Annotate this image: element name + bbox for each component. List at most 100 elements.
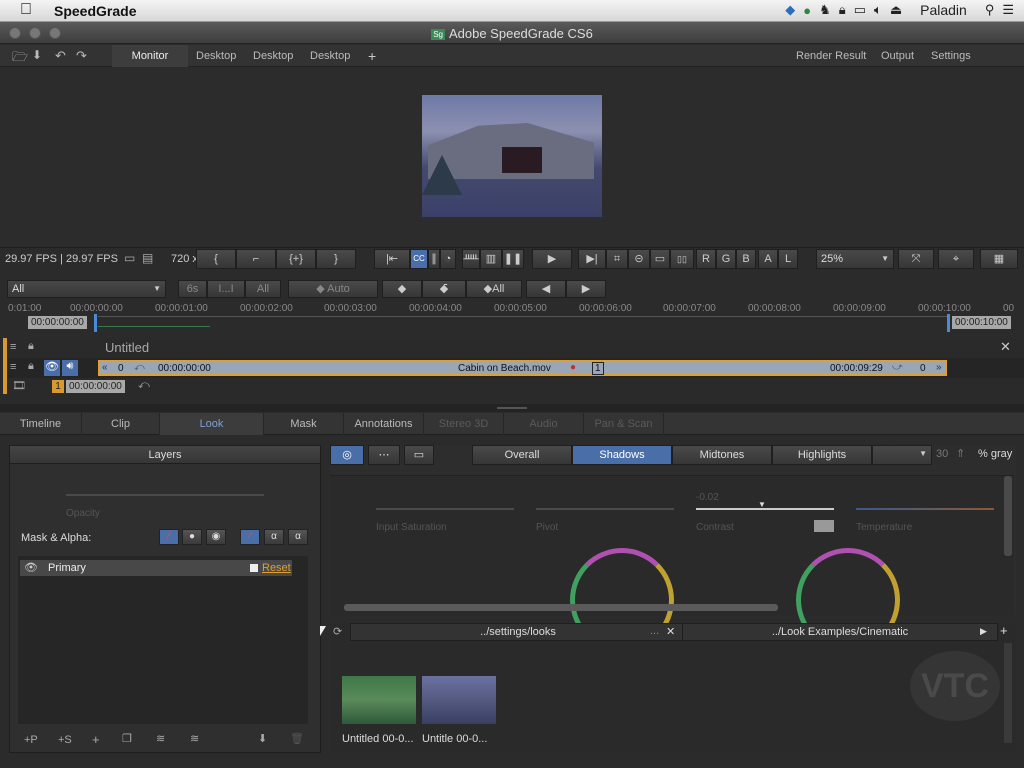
- close-path-icon[interactable]: ✕: [666, 625, 675, 638]
- speaker-icon[interactable]: 🔊︎: [62, 360, 78, 376]
- tab-pan-scan[interactable]: Pan & Scan: [584, 413, 664, 435]
- pivot-slider[interactable]: [536, 508, 674, 510]
- layer-eye-icon[interactable]: 👁︎: [24, 561, 38, 574]
- globe-icon[interactable]: ●: [803, 3, 811, 18]
- prev-keyframe-button[interactable]: ◀: [526, 280, 566, 298]
- trim-button[interactable]: {+}: [276, 249, 316, 269]
- duplicate-icon[interactable]: ❐: [122, 732, 132, 745]
- gray-stepper-icon[interactable]: ⇑: [956, 447, 965, 460]
- tab-annotations[interactable]: Annotations: [344, 413, 424, 435]
- look-thumbnail-1[interactable]: [342, 676, 416, 724]
- tab-monitor[interactable]: Monitor: [112, 45, 188, 67]
- search-icon[interactable]: ⚲: [985, 2, 995, 18]
- range-button[interactable]: I...I: [207, 280, 245, 298]
- look-thumbnail-2[interactable]: [422, 676, 496, 724]
- input-saturation-slider[interactable]: [376, 508, 514, 510]
- tab-stereo-3d[interactable]: Stereo 3D: [424, 413, 504, 435]
- pause-button[interactable]: ❚❚: [502, 249, 524, 269]
- add-layer-button[interactable]: +: [92, 732, 100, 747]
- play-button[interactable]: ▶: [532, 249, 572, 269]
- tone-overall[interactable]: Overall: [472, 445, 572, 465]
- alpha-off-button[interactable]: ⁄: [240, 529, 260, 545]
- mask-inside-button[interactable]: ●: [182, 529, 202, 545]
- layer-checkbox[interactable]: [250, 564, 258, 572]
- sub-badge[interactable]: 1: [52, 380, 64, 393]
- keyframe-prev-button[interactable]: ◆̄: [422, 280, 466, 298]
- eye-icon[interactable]: 👁︎: [44, 360, 60, 376]
- tone-tab[interactable]: ▭: [404, 445, 434, 465]
- lock-icon[interactable]: 🔒︎: [839, 2, 846, 18]
- contrast-handle[interactable]: ▼: [758, 500, 766, 509]
- save-icon[interactable]: ⬇: [32, 48, 42, 62]
- channel-r-button[interactable]: R: [696, 249, 716, 269]
- tab-clip[interactable]: Clip: [82, 413, 160, 435]
- tab-audio[interactable]: Audio: [504, 413, 584, 435]
- mask-outside-button[interactable]: ◉: [206, 529, 226, 545]
- right-path[interactable]: ../Look Examples/Cinematic: [682, 623, 998, 641]
- goto-start-button[interactable]: |⇤: [374, 249, 410, 269]
- tab-render-result[interactable]: Render Result: [788, 45, 874, 67]
- user-menu[interactable]: Paladin: [920, 2, 967, 18]
- out-timecode[interactable]: 00:00:10:00: [952, 316, 1011, 329]
- redo-icon[interactable]: ↷: [76, 48, 87, 64]
- mark-in-button[interactable]: {: [196, 249, 236, 269]
- out-marker[interactable]: [947, 314, 950, 332]
- tab-desktop-1[interactable]: Desktop: [188, 45, 244, 67]
- film-icon[interactable]: 🎞︎: [12, 379, 26, 392]
- temperature-slider[interactable]: [856, 508, 994, 510]
- undo-icon[interactable]: ↶: [55, 48, 66, 64]
- add-tab-button[interactable]: +: [360, 45, 384, 67]
- layers-stack-icon[interactable]: ≋: [190, 732, 199, 745]
- filter-dropdown[interactable]: All: [7, 280, 166, 298]
- tone-shadows[interactable]: Shadows: [572, 445, 672, 465]
- six-s-button[interactable]: 6s: [178, 280, 207, 298]
- tab-look[interactable]: Look: [160, 413, 264, 435]
- tab-mask[interactable]: Mask: [264, 413, 344, 435]
- lock-icon[interactable]: 🔒︎: [28, 340, 34, 353]
- open-folder-icon[interactable]: 🗁︎: [12, 48, 28, 70]
- ratio-icon[interactable]: ▯▯: [670, 249, 694, 269]
- timeline-ruler[interactable]: 0:01:00 00:00:00:00 00:00:01:00 00:00:02…: [0, 300, 1024, 338]
- trash-icon[interactable]: 🗑︎: [290, 732, 304, 745]
- keyframe-all-button[interactable]: ◆All: [466, 280, 522, 298]
- color-wheel-tab[interactable]: ◎: [330, 445, 364, 465]
- track-lock-icon[interactable]: 🔒︎: [28, 360, 34, 373]
- tone-dropdown[interactable]: [872, 445, 932, 465]
- channel-b-button[interactable]: B: [736, 249, 756, 269]
- crop-icon[interactable]: ⌗: [606, 249, 628, 269]
- evernote-icon[interactable]: ♞: [819, 2, 831, 18]
- sub-timecode[interactable]: 00:00:00:00: [66, 380, 125, 393]
- add-secondary-button[interactable]: +S: [58, 734, 72, 746]
- tab-desktop-3[interactable]: Desktop: [302, 45, 358, 67]
- dropbox-icon[interactable]: ◆: [785, 2, 795, 18]
- video-preview[interactable]: [422, 95, 602, 217]
- alpha-invert-button[interactable]: α: [288, 529, 308, 545]
- tab-timeline[interactable]: Timeline: [0, 413, 82, 435]
- step-forward-button[interactable]: ▶|: [578, 249, 606, 269]
- opacity-slider[interactable]: [66, 494, 264, 496]
- refresh-icon[interactable]: ⟳: [333, 625, 342, 638]
- horizontal-scrollbar[interactable]: [344, 604, 778, 611]
- tab-output[interactable]: Output: [873, 45, 922, 67]
- layers-icon[interactable]: ≋: [156, 732, 165, 745]
- display-icon[interactable]: ▭: [124, 251, 135, 265]
- volume-icon[interactable]: 🔈︎: [874, 2, 882, 18]
- splitter-grip[interactable]: [497, 407, 527, 409]
- clip-cabin-on-beach[interactable]: « 0 ⤺ 00:00:00:00 Cabin on Beach.mov ● 1…: [98, 360, 947, 376]
- contrast-swatch[interactable]: [814, 520, 834, 532]
- safe-area-icon[interactable]: ▭: [650, 249, 670, 269]
- gray-value[interactable]: 30: [936, 448, 948, 460]
- sequence-name[interactable]: Untitled: [105, 340, 149, 355]
- mask-view-icon[interactable]: ⊝: [628, 249, 650, 269]
- tone-midtones[interactable]: Midtones: [672, 445, 772, 465]
- track-icon[interactable]: ≡: [10, 361, 16, 373]
- keyframe-button[interactable]: ◆: [382, 280, 422, 298]
- cc-button[interactable]: CC: [410, 249, 428, 269]
- save-look-icon[interactable]: ⬇: [258, 732, 267, 745]
- channel-a-button[interactable]: A: [758, 249, 778, 269]
- left-path[interactable]: ../settings/looks: [350, 623, 686, 641]
- left-path-more[interactable]: ...: [650, 625, 659, 637]
- vertical-scrollbar[interactable]: [1004, 476, 1012, 556]
- mask-off-button[interactable]: ⁄: [159, 529, 179, 545]
- list-icon[interactable]: ☰: [1002, 2, 1014, 18]
